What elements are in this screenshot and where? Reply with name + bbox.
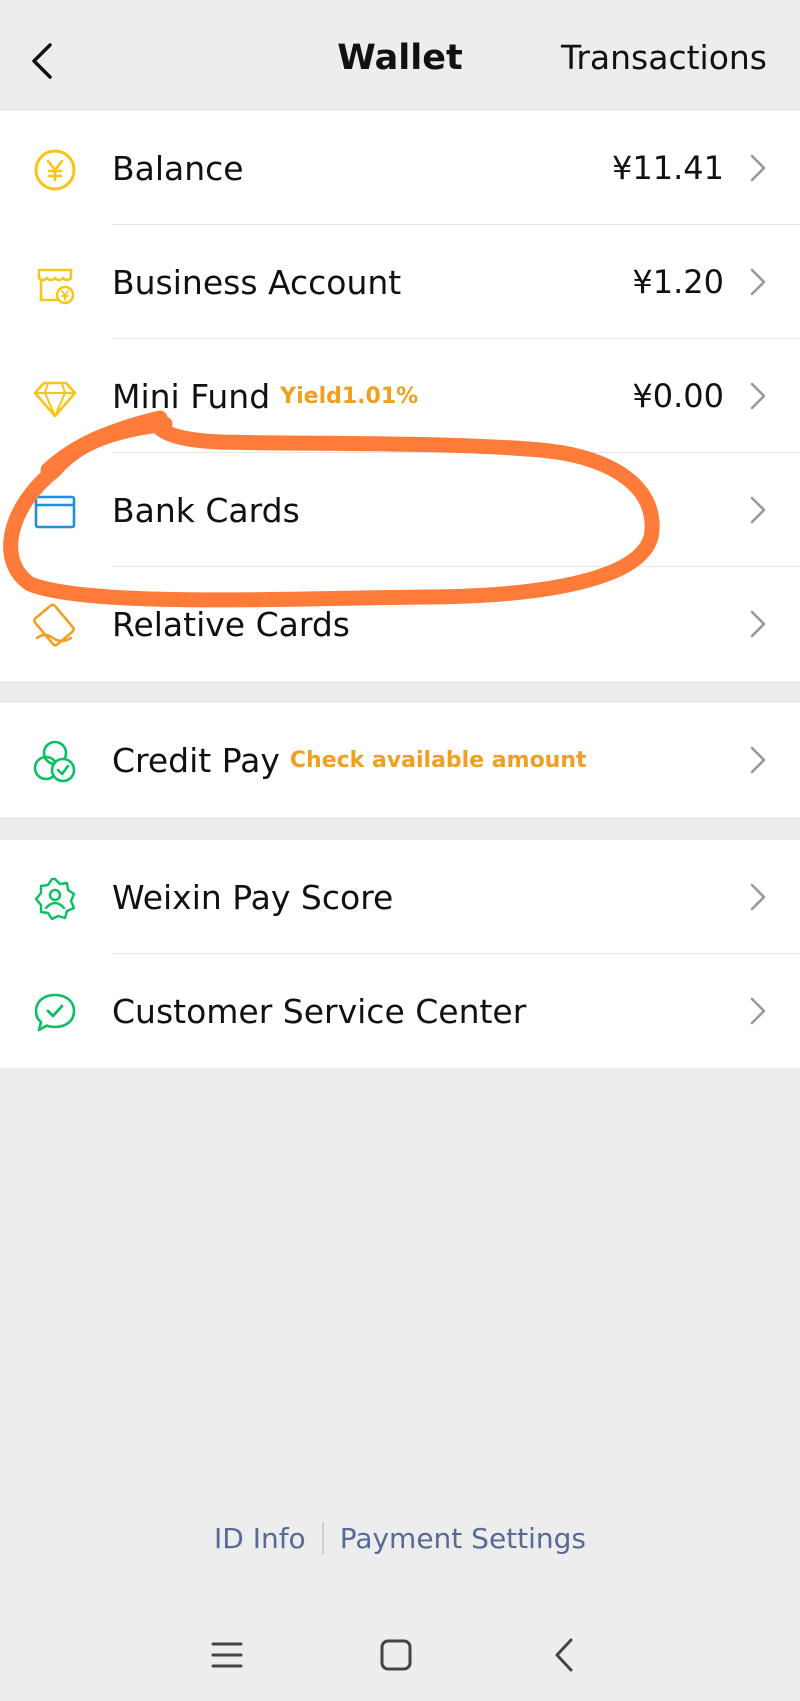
chevron-right-icon (750, 268, 766, 296)
home-square-icon[interactable] (371, 1630, 421, 1680)
customer-service-icon (34, 993, 76, 1032)
footer-links: ID Info Payment Settings (0, 1518, 800, 1558)
footer-separator (321, 1522, 324, 1554)
relative-cards-label: Relative Cards (112, 604, 350, 644)
credit-pay-label: Credit Pay (112, 740, 280, 780)
diamond-icon (33, 381, 77, 418)
back-chevron-icon[interactable] (540, 1630, 590, 1680)
business-account-value: ¥1.20 (632, 263, 724, 301)
business-account-label: Business Account (112, 262, 402, 302)
chevron-right-icon (750, 382, 766, 410)
id-info-link[interactable]: ID Info (214, 1522, 306, 1555)
header-bar: Wallet Transactions (0, 0, 800, 111)
relative-cards-row[interactable]: Relative Cards (0, 567, 800, 681)
customer-service-label: Customer Service Center (112, 991, 527, 1031)
business-account-row[interactable]: Business Account ¥1.20 (0, 225, 800, 339)
chevron-right-icon (750, 746, 766, 774)
balance-row[interactable]: Balance ¥11.41 (0, 111, 800, 225)
chevron-right-icon (750, 610, 766, 638)
services-section: Weixin Pay Score Customer Service Center (0, 840, 800, 1068)
bank-cards-label: Bank Cards (112, 490, 300, 530)
payment-settings-link[interactable]: Payment Settings (340, 1522, 586, 1555)
credit-section: Credit Pay Check available amount (0, 703, 800, 817)
chevron-right-icon (750, 997, 766, 1025)
chevron-right-icon (750, 883, 766, 911)
weixin-pay-score-label: Weixin Pay Score (112, 877, 394, 917)
card-icon (34, 495, 76, 529)
mini-fund-label: Mini Fund (112, 376, 271, 416)
chevron-right-icon (750, 154, 766, 182)
balance-value: ¥11.41 (612, 149, 724, 187)
mini-fund-row[interactable]: Mini Fund Yield1.01% ¥0.00 (0, 339, 800, 453)
chevron-right-icon (750, 496, 766, 524)
yen-coin-icon (34, 149, 76, 191)
menu-icon[interactable] (202, 1630, 252, 1680)
system-nav-bar (0, 1610, 800, 1701)
credit-pay-icon (33, 740, 76, 783)
customer-service-row[interactable]: Customer Service Center (0, 954, 800, 1068)
mini-fund-value: ¥0.00 (632, 377, 724, 415)
bank-cards-row[interactable]: Bank Cards (0, 453, 800, 567)
transactions-link[interactable]: Transactions (561, 38, 767, 77)
balance-label: Balance (112, 148, 244, 188)
pay-score-badge-icon (34, 877, 76, 921)
relative-card-icon (33, 603, 75, 647)
yield-tag: Yield1.01% (280, 383, 419, 409)
shop-yen-icon (37, 268, 75, 305)
wallet-assets-section: Balance ¥11.41 Business Account ¥1.20 Mi… (0, 111, 800, 681)
credit-pay-row[interactable]: Credit Pay Check available amount (0, 703, 800, 817)
check-amount-tag: Check available amount (289, 747, 587, 773)
weixin-pay-score-row[interactable]: Weixin Pay Score (0, 840, 800, 954)
